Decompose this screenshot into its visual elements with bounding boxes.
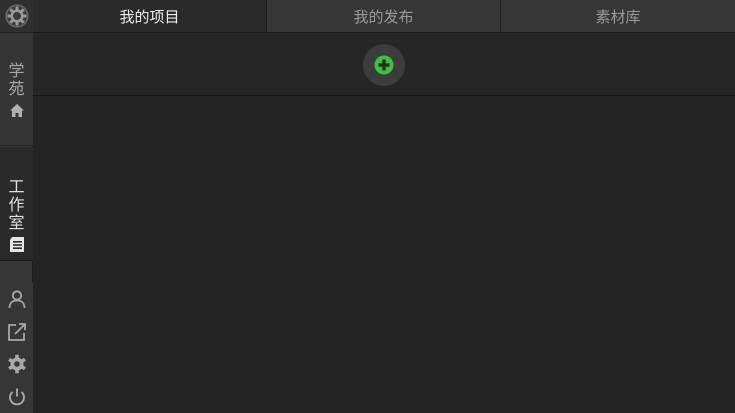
- main-content: [33, 33, 735, 413]
- sidebar-item-academy[interactable]: 学苑: [0, 33, 33, 146]
- sidebar-item-studio-label: 工作室: [8, 177, 25, 232]
- tab-bar: 我的项目 我的发布 素材库: [33, 0, 735, 33]
- app-window: 学苑 工作室 我的项目 我的发布 素材库: [0, 0, 735, 413]
- sidebar-item-studio[interactable]: 工作室: [0, 147, 33, 261]
- add-circle-icon: [374, 55, 394, 75]
- settings-button[interactable]: [0, 348, 33, 381]
- add-project-button[interactable]: [363, 44, 405, 86]
- user-icon: [8, 290, 25, 309]
- tab-asset-library[interactable]: 素材库: [500, 0, 735, 32]
- sidebar-tools: [0, 283, 33, 413]
- settings-icon: [7, 355, 26, 374]
- home-icon: [8, 101, 26, 119]
- document-icon: [8, 235, 26, 253]
- external-link-button[interactable]: [0, 316, 33, 349]
- app-logo[interactable]: [0, 0, 33, 33]
- external-link-icon: [7, 322, 26, 341]
- power-button[interactable]: [0, 381, 33, 413]
- tab-my-publications[interactable]: 我的发布: [266, 0, 500, 32]
- sidebar: 学苑 工作室: [0, 0, 33, 413]
- tab-my-projects[interactable]: 我的项目: [33, 0, 266, 32]
- gear-logo-icon: [5, 4, 28, 28]
- user-button[interactable]: [0, 283, 33, 316]
- sidebar-item-academy-label: 学苑: [8, 61, 25, 98]
- power-icon: [8, 388, 25, 406]
- add-project-bar: [33, 33, 735, 96]
